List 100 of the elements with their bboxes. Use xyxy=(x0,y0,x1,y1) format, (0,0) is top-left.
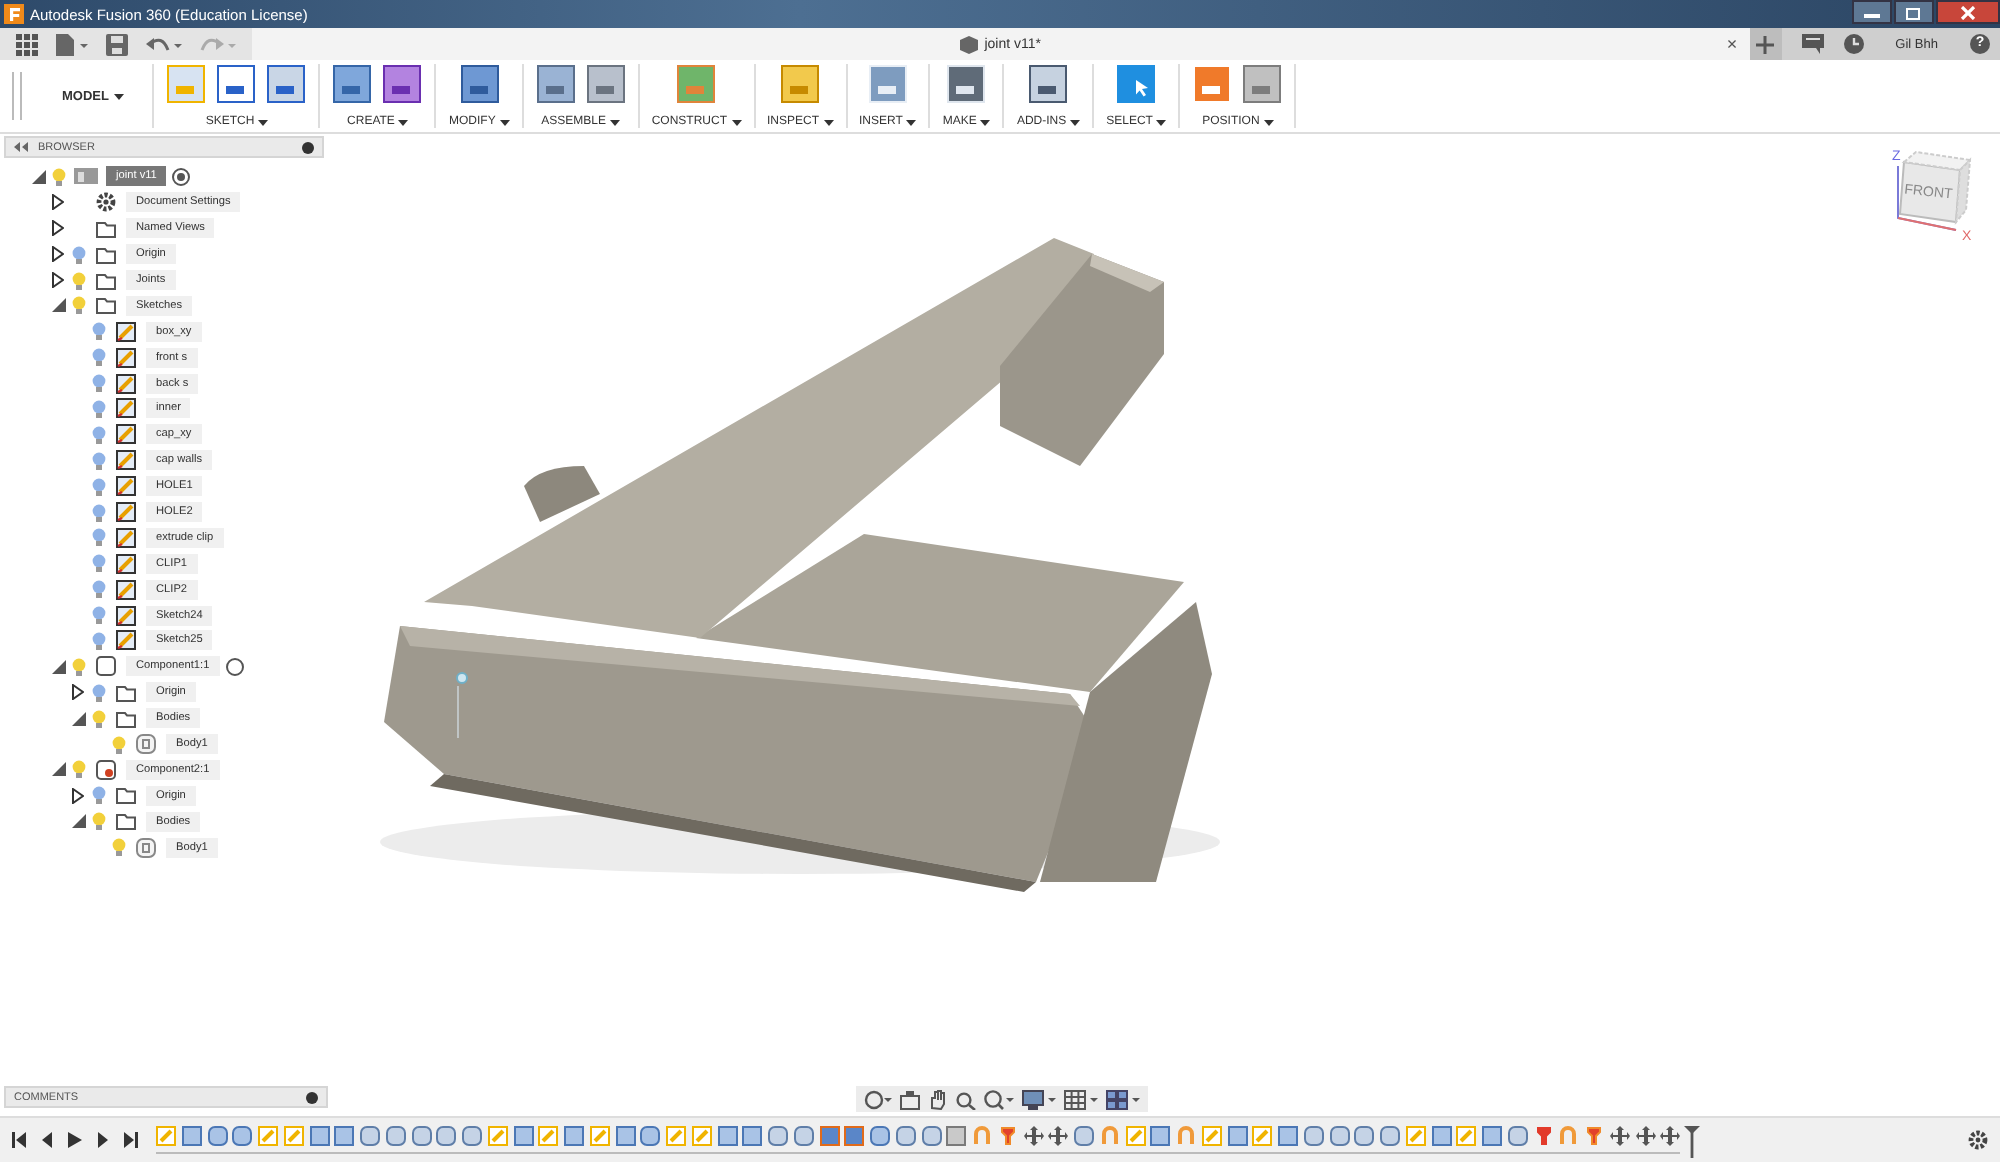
timeline-feature-icon[interactable] xyxy=(1635,1126,1655,1146)
timeline-feature-icon[interactable] xyxy=(1303,1126,1324,1146)
light-bulb-icon[interactable] xyxy=(92,348,106,367)
app-grid-icon[interactable] xyxy=(16,33,38,55)
timeline-feature-icon[interactable] xyxy=(1023,1126,1043,1146)
expand-arrow-icon[interactable] xyxy=(52,194,64,211)
timeline-feature-icon[interactable] xyxy=(181,1126,202,1146)
new-tab-button[interactable] xyxy=(1749,28,1782,60)
file-icon[interactable] xyxy=(56,33,88,55)
light-bulb-icon[interactable] xyxy=(92,606,106,625)
skip-to-end-icon[interactable] xyxy=(124,1132,138,1148)
tool-icon[interactable] xyxy=(585,64,626,104)
step-back-icon[interactable] xyxy=(40,1132,54,1148)
display-settings-icon[interactable] xyxy=(1022,1089,1056,1109)
collapse-icon[interactable] xyxy=(14,142,28,152)
tool-icon[interactable] xyxy=(1242,64,1283,104)
zoom-icon[interactable] xyxy=(956,1089,976,1109)
light-bulb-icon[interactable] xyxy=(92,503,106,522)
timeline-feature-icon[interactable] xyxy=(1609,1126,1630,1146)
step-forward-icon[interactable] xyxy=(96,1132,110,1148)
light-bulb-icon[interactable] xyxy=(92,528,106,547)
skip-to-start-icon[interactable] xyxy=(12,1132,26,1148)
timeline-feature-icon[interactable] xyxy=(1048,1126,1069,1146)
timeline-feature-icon[interactable] xyxy=(717,1126,737,1146)
timeline-feature-icon[interactable] xyxy=(946,1126,967,1146)
clock-icon[interactable] xyxy=(1843,34,1864,54)
timeline-feature-icon[interactable] xyxy=(334,1126,355,1146)
collapse-arrow-icon[interactable] xyxy=(51,762,65,777)
timeline-feature-icon[interactable] xyxy=(768,1126,788,1146)
timeline-feature-icon[interactable] xyxy=(1354,1126,1375,1146)
light-bulb-icon[interactable] xyxy=(92,631,106,650)
timeline-feature-icon[interactable] xyxy=(360,1126,380,1146)
light-bulb-icon[interactable] xyxy=(92,477,106,496)
timeline-feature-icon[interactable] xyxy=(819,1126,839,1146)
light-bulb-icon[interactable] xyxy=(92,399,106,418)
tool-icon[interactable] xyxy=(332,64,373,104)
tool-icon[interactable] xyxy=(382,64,423,104)
timeline-feature-icon[interactable] xyxy=(1660,1126,1681,1146)
zoom-window-icon[interactable] xyxy=(984,1089,1014,1109)
tool-icon[interactable] xyxy=(535,64,576,104)
activate-radio-icon[interactable] xyxy=(225,657,244,676)
collapse-arrow-icon[interactable] xyxy=(71,814,85,829)
close-tab-button[interactable]: × xyxy=(1726,34,1738,54)
timeline-feature-icon[interactable] xyxy=(895,1126,916,1146)
timeline-feature-icon[interactable] xyxy=(1150,1126,1171,1146)
tool-icon[interactable] xyxy=(216,64,257,104)
minimize-button[interactable] xyxy=(1852,0,1892,24)
timeline-feature-icon[interactable] xyxy=(793,1126,814,1146)
collapse-arrow-icon[interactable] xyxy=(51,659,65,674)
timeline-marker-icon[interactable] xyxy=(1684,1126,1701,1158)
timeline-feature-icon[interactable] xyxy=(997,1126,1018,1146)
timeline-feature-icon[interactable] xyxy=(513,1126,533,1146)
tool-icon[interactable] xyxy=(1028,64,1069,104)
timeline-feature-icon[interactable] xyxy=(615,1126,635,1146)
timeline-feature-icon[interactable] xyxy=(870,1126,890,1146)
timeline-feature-icon[interactable] xyxy=(1533,1126,1553,1146)
timeline-feature-icon[interactable] xyxy=(921,1126,941,1146)
light-bulb-icon[interactable] xyxy=(92,554,106,573)
light-bulb-icon[interactable] xyxy=(112,735,126,754)
light-bulb-icon[interactable] xyxy=(92,322,106,341)
timeline-feature-icon[interactable] xyxy=(207,1126,227,1146)
restore-button[interactable] xyxy=(1894,0,1934,24)
collapse-arrow-icon[interactable] xyxy=(31,169,45,184)
timeline-feature-icon[interactable] xyxy=(1584,1126,1604,1146)
viewports-icon[interactable] xyxy=(1106,1089,1140,1109)
timeline-feature-icon[interactable] xyxy=(1329,1126,1349,1146)
light-bulb-icon[interactable] xyxy=(92,374,106,393)
timeline-feature-icon[interactable] xyxy=(1074,1126,1094,1146)
look-at-icon[interactable] xyxy=(900,1089,920,1109)
timeline-feature-icon[interactable] xyxy=(640,1126,661,1146)
timeline-feature-icon[interactable] xyxy=(1431,1126,1451,1146)
collapse-arrow-icon[interactable] xyxy=(51,298,65,313)
timeline-feature-icon[interactable] xyxy=(1507,1126,1528,1146)
timeline-feature-icon[interactable] xyxy=(1227,1126,1247,1146)
active-component-radio-icon[interactable] xyxy=(172,167,191,186)
light-bulb-icon[interactable] xyxy=(92,451,106,470)
pan-hand-icon[interactable] xyxy=(928,1089,948,1109)
timeline-feature-icon[interactable] xyxy=(742,1126,763,1146)
expand-arrow-icon[interactable] xyxy=(72,787,84,804)
tool-icon[interactable] xyxy=(459,64,500,104)
timeline-feature-icon[interactable] xyxy=(1380,1126,1400,1146)
light-bulb-icon[interactable] xyxy=(112,838,126,857)
timeline-feature-icon[interactable] xyxy=(309,1126,329,1146)
expand-arrow-icon[interactable] xyxy=(52,220,64,237)
tool-icon[interactable] xyxy=(1116,64,1157,104)
timeline-feature-icon[interactable] xyxy=(411,1126,431,1146)
timeline-feature-icon[interactable] xyxy=(844,1126,865,1146)
tool-icon[interactable] xyxy=(266,64,307,104)
grid-icon[interactable] xyxy=(1064,1089,1098,1109)
expand-arrow-icon[interactable] xyxy=(72,684,84,701)
settings-icon[interactable] xyxy=(1968,1130,1988,1150)
light-bulb-icon[interactable] xyxy=(92,425,106,444)
expand-arrow-icon[interactable] xyxy=(52,272,64,288)
save-icon[interactable] xyxy=(106,33,128,55)
orbit-icon[interactable] xyxy=(864,1089,892,1109)
light-bulb-icon[interactable] xyxy=(92,580,106,599)
play-icon[interactable] xyxy=(68,1132,82,1148)
timeline-feature-icon[interactable] xyxy=(232,1126,253,1146)
undo-icon[interactable] xyxy=(146,33,182,55)
timeline-feature-icon[interactable] xyxy=(385,1126,406,1146)
